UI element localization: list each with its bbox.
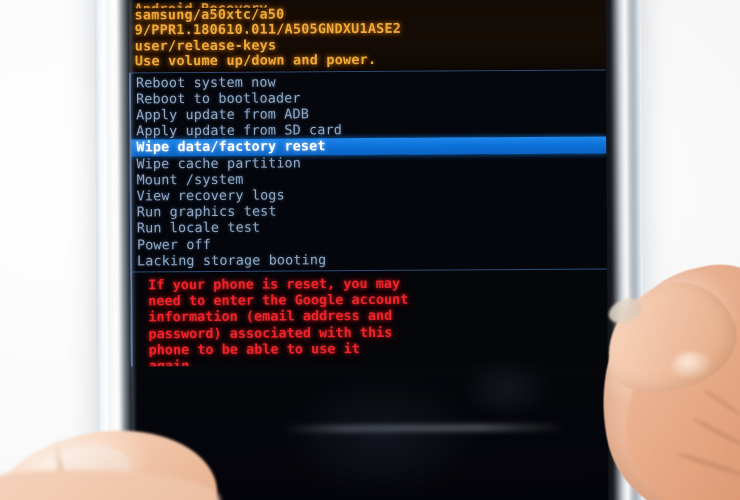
menu-item-lacking-storage-booting[interactable]: Lacking storage booting [132, 250, 607, 269]
recovery-menu[interactable]: Reboot system now Reboot to bootloader A… [128, 70, 608, 272]
right-hand-knuckle [672, 352, 712, 380]
recovery-header: Android Recovery samsung/a50xtc/a50 9/PP… [128, 0, 606, 74]
screenshot-stage: Android Recovery samsung/a50xtc/a50 9/PP… [0, 0, 740, 500]
header-line-hint: Use volume up/down and power. [134, 52, 377, 70]
display-reflection-blob [280, 377, 482, 499]
display-reflection-blob-secondary [460, 358, 552, 420]
phone-display: Android Recovery samsung/a50xtc/a50 9/PP… [128, 0, 609, 500]
android-recovery-ui: Android Recovery samsung/a50xtc/a50 9/PP… [128, 0, 608, 383]
